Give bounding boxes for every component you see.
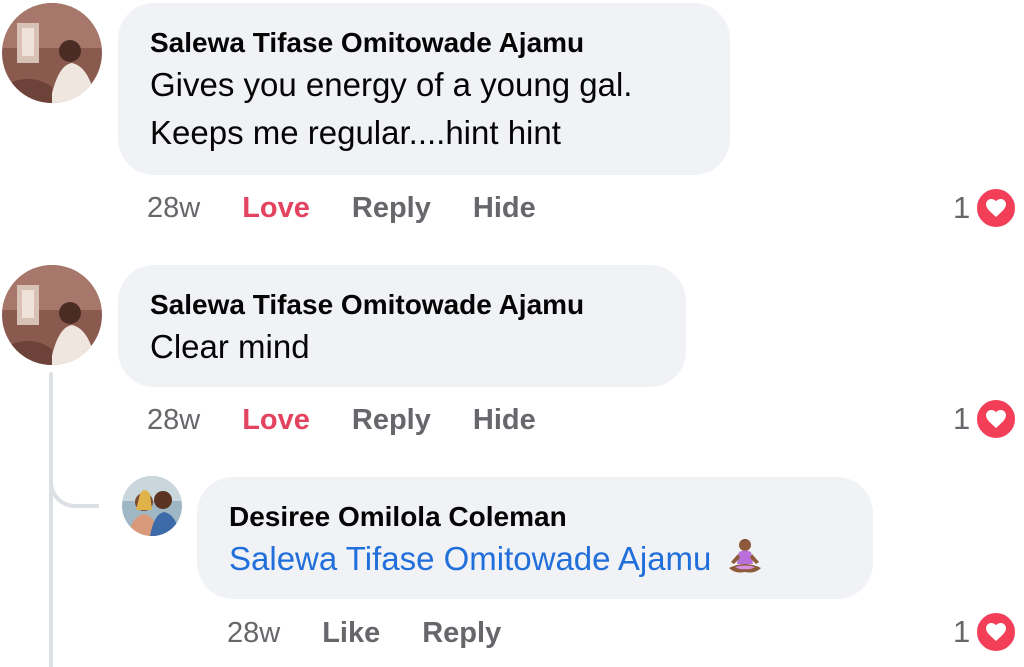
reply-actions: 28w Like Reply — [227, 615, 543, 651]
reaction-count[interactable]: 1 — [953, 610, 1019, 654]
comment-actions: 28w Love Reply Hide — [147, 402, 578, 438]
hide-button[interactable]: Hide — [473, 402, 536, 438]
comment-author[interactable]: Salewa Tifase Omitowade Ajamu — [150, 289, 654, 321]
avatar[interactable] — [2, 265, 102, 365]
reply-author[interactable]: Desiree Omilola Coleman — [229, 501, 841, 533]
reaction-count[interactable]: 1 — [953, 397, 1019, 441]
comment-text-line: Clear mind — [150, 328, 310, 365]
comment-thread: Salewa Tifase Omitowade Ajamu Gives you … — [0, 0, 1024, 667]
person-in-lotus-position-icon — [725, 536, 765, 576]
reply-button[interactable]: Reply — [422, 615, 501, 651]
comment-actions: 28w Love Reply Hide — [147, 190, 578, 226]
reply-button[interactable]: Reply — [352, 190, 431, 226]
comment-text-line: Keeps me regular....hint hint — [150, 114, 561, 151]
timestamp[interactable]: 28w — [147, 402, 200, 438]
comment-text-line: Gives you energy of a young gal. — [150, 66, 633, 103]
reaction-count-number: 1 — [953, 614, 971, 649]
mention-link[interactable]: Salewa Tifase Omitowade Ajamu — [229, 540, 711, 577]
love-button[interactable]: Love — [242, 190, 310, 226]
reply-button[interactable]: Reply — [352, 402, 431, 438]
comment-author[interactable]: Salewa Tifase Omitowade Ajamu — [150, 27, 698, 59]
reply-text: Salewa Tifase Omitowade Ajamu — [229, 535, 841, 583]
reply-bubble: Desiree Omilola Coleman Salewa Tifase Om… — [197, 477, 873, 599]
reaction-count[interactable]: 1 — [953, 186, 1019, 230]
reaction-count-number: 1 — [953, 401, 971, 436]
like-button[interactable]: Like — [322, 615, 380, 651]
heart-reaction-icon — [974, 186, 1019, 230]
heart-reaction-icon — [974, 610, 1019, 654]
love-button[interactable]: Love — [242, 402, 310, 438]
comment-bubble: Salewa Tifase Omitowade Ajamu Gives you … — [118, 3, 730, 175]
avatar[interactable] — [122, 476, 182, 536]
thread-line — [49, 372, 53, 667]
thread-connector — [49, 470, 99, 508]
avatar[interactable] — [2, 3, 102, 103]
hide-button[interactable]: Hide — [473, 190, 536, 226]
reaction-count-number: 1 — [953, 190, 971, 225]
timestamp[interactable]: 28w — [147, 190, 200, 226]
comment-bubble: Salewa Tifase Omitowade Ajamu Clear mind — [118, 265, 686, 387]
heart-reaction-icon — [974, 397, 1019, 441]
timestamp[interactable]: 28w — [227, 615, 280, 651]
